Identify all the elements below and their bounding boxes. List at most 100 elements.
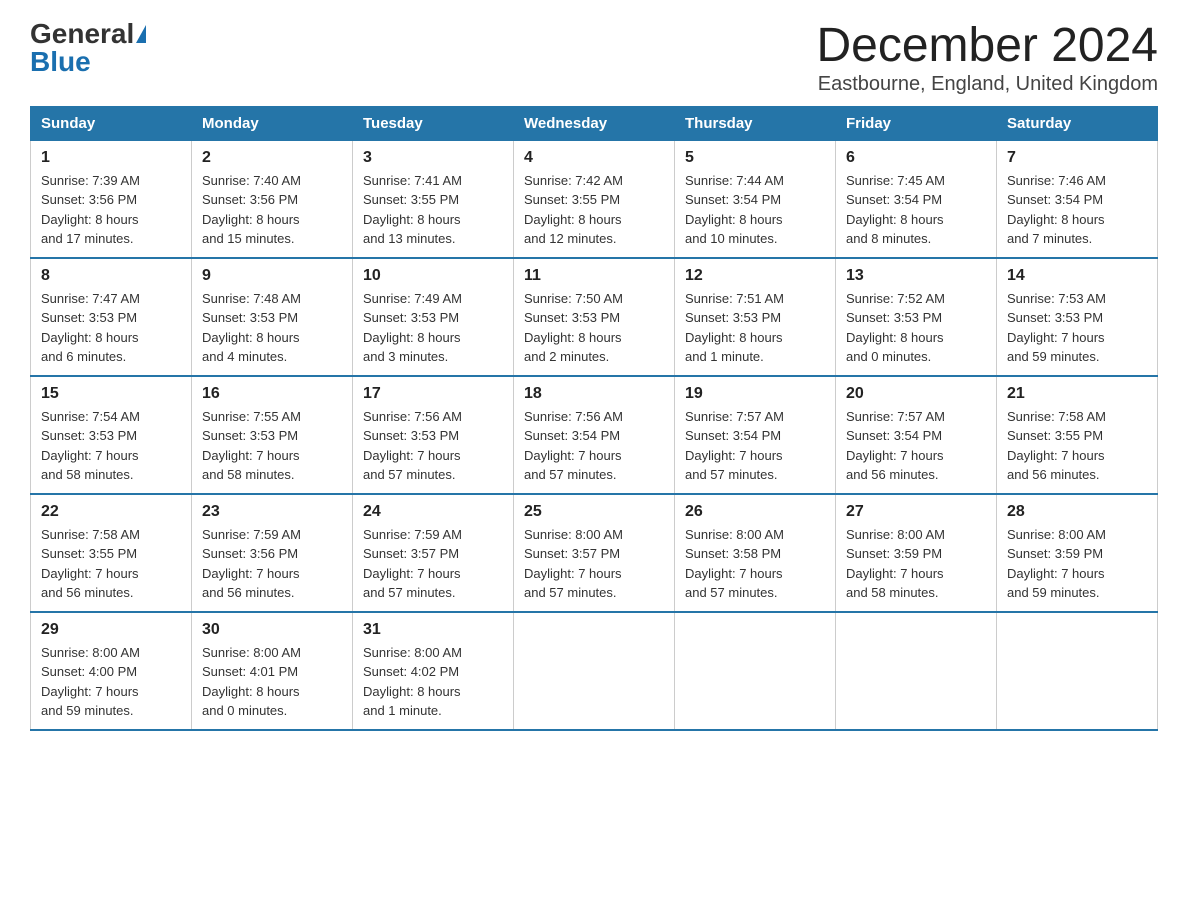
calendar-cell: 27 Sunrise: 8:00 AMSunset: 3:59 PMDayligh… xyxy=(836,494,997,612)
day-number: 15 xyxy=(41,385,181,403)
logo: General Blue xyxy=(30,20,146,76)
day-info: Sunrise: 8:00 AMSunset: 3:59 PMDaylight:… xyxy=(1007,525,1147,603)
calendar-cell: 13 Sunrise: 7:52 AMSunset: 3:53 PMDayligh… xyxy=(836,258,997,376)
calendar-cell: 11 Sunrise: 7:50 AMSunset: 3:53 PMDayligh… xyxy=(514,258,675,376)
day-info: Sunrise: 7:41 AMSunset: 3:55 PMDaylight:… xyxy=(363,171,503,249)
day-info: Sunrise: 7:58 AMSunset: 3:55 PMDaylight:… xyxy=(1007,407,1147,485)
day-info: Sunrise: 7:55 AMSunset: 3:53 PMDaylight:… xyxy=(202,407,342,485)
day-info: Sunrise: 7:58 AMSunset: 3:55 PMDaylight:… xyxy=(41,525,181,603)
week-row-2: 8 Sunrise: 7:47 AMSunset: 3:53 PMDaylight… xyxy=(31,258,1158,376)
day-number: 27 xyxy=(846,503,986,521)
day-header-friday: Friday xyxy=(836,106,997,140)
calendar-cell: 2 Sunrise: 7:40 AMSunset: 3:56 PMDaylight… xyxy=(192,140,353,258)
day-info: Sunrise: 7:53 AMSunset: 3:53 PMDaylight:… xyxy=(1007,289,1147,367)
calendar-cell: 16 Sunrise: 7:55 AMSunset: 3:53 PMDayligh… xyxy=(192,376,353,494)
day-info: Sunrise: 7:52 AMSunset: 3:53 PMDaylight:… xyxy=(846,289,986,367)
day-number: 9 xyxy=(202,267,342,285)
day-number: 31 xyxy=(363,621,503,639)
calendar-cell xyxy=(997,612,1158,730)
day-info: Sunrise: 8:00 AMSunset: 4:00 PMDaylight:… xyxy=(41,643,181,721)
calendar-cell: 25 Sunrise: 8:00 AMSunset: 3:57 PMDayligh… xyxy=(514,494,675,612)
day-number: 28 xyxy=(1007,503,1147,521)
calendar-cell: 29 Sunrise: 8:00 AMSunset: 4:00 PMDayligh… xyxy=(31,612,192,730)
day-info: Sunrise: 7:59 AMSunset: 3:57 PMDaylight:… xyxy=(363,525,503,603)
calendar-cell: 24 Sunrise: 7:59 AMSunset: 3:57 PMDayligh… xyxy=(353,494,514,612)
calendar-cell: 28 Sunrise: 8:00 AMSunset: 3:59 PMDayligh… xyxy=(997,494,1158,612)
calendar-cell: 17 Sunrise: 7:56 AMSunset: 3:53 PMDayligh… xyxy=(353,376,514,494)
logo-general-text: General xyxy=(30,20,134,48)
calendar-cell: 18 Sunrise: 7:56 AMSunset: 3:54 PMDayligh… xyxy=(514,376,675,494)
day-number: 13 xyxy=(846,267,986,285)
day-info: Sunrise: 8:00 AMSunset: 3:57 PMDaylight:… xyxy=(524,525,664,603)
day-number: 2 xyxy=(202,149,342,167)
day-number: 23 xyxy=(202,503,342,521)
week-row-5: 29 Sunrise: 8:00 AMSunset: 4:00 PMDayligh… xyxy=(31,612,1158,730)
day-number: 22 xyxy=(41,503,181,521)
day-number: 26 xyxy=(685,503,825,521)
calendar-cell xyxy=(675,612,836,730)
day-info: Sunrise: 7:51 AMSunset: 3:53 PMDaylight:… xyxy=(685,289,825,367)
day-header-saturday: Saturday xyxy=(997,106,1158,140)
day-number: 11 xyxy=(524,267,664,285)
week-row-4: 22 Sunrise: 7:58 AMSunset: 3:55 PMDayligh… xyxy=(31,494,1158,612)
day-info: Sunrise: 7:56 AMSunset: 3:53 PMDaylight:… xyxy=(363,407,503,485)
day-info: Sunrise: 7:39 AMSunset: 3:56 PMDaylight:… xyxy=(41,171,181,249)
day-number: 3 xyxy=(363,149,503,167)
day-number: 25 xyxy=(524,503,664,521)
calendar-cell: 5 Sunrise: 7:44 AMSunset: 3:54 PMDaylight… xyxy=(675,140,836,258)
calendar-cell: 14 Sunrise: 7:53 AMSunset: 3:53 PMDayligh… xyxy=(997,258,1158,376)
day-number: 6 xyxy=(846,149,986,167)
day-info: Sunrise: 7:45 AMSunset: 3:54 PMDaylight:… xyxy=(846,171,986,249)
day-info: Sunrise: 8:00 AMSunset: 3:59 PMDaylight:… xyxy=(846,525,986,603)
day-number: 18 xyxy=(524,385,664,403)
day-number: 21 xyxy=(1007,385,1147,403)
week-row-1: 1 Sunrise: 7:39 AMSunset: 3:56 PMDaylight… xyxy=(31,140,1158,258)
day-number: 10 xyxy=(363,267,503,285)
calendar-subtitle: Eastbourne, England, United Kingdom xyxy=(816,73,1158,96)
day-number: 5 xyxy=(685,149,825,167)
day-number: 16 xyxy=(202,385,342,403)
day-number: 1 xyxy=(41,149,181,167)
calendar-cell: 9 Sunrise: 7:48 AMSunset: 3:53 PMDaylight… xyxy=(192,258,353,376)
day-info: Sunrise: 7:44 AMSunset: 3:54 PMDaylight:… xyxy=(685,171,825,249)
day-info: Sunrise: 7:47 AMSunset: 3:53 PMDaylight:… xyxy=(41,289,181,367)
day-info: Sunrise: 7:42 AMSunset: 3:55 PMDaylight:… xyxy=(524,171,664,249)
calendar-cell: 8 Sunrise: 7:47 AMSunset: 3:53 PMDaylight… xyxy=(31,258,192,376)
day-header-sunday: Sunday xyxy=(31,106,192,140)
calendar-cell: 26 Sunrise: 8:00 AMSunset: 3:58 PMDayligh… xyxy=(675,494,836,612)
day-info: Sunrise: 7:57 AMSunset: 3:54 PMDaylight:… xyxy=(846,407,986,485)
day-number: 29 xyxy=(41,621,181,639)
day-info: Sunrise: 7:50 AMSunset: 3:53 PMDaylight:… xyxy=(524,289,664,367)
calendar-cell xyxy=(836,612,997,730)
logo-blue-text: Blue xyxy=(30,48,91,76)
day-info: Sunrise: 7:56 AMSunset: 3:54 PMDaylight:… xyxy=(524,407,664,485)
days-header-row: SundayMondayTuesdayWednesdayThursdayFrid… xyxy=(31,106,1158,140)
week-row-3: 15Sunrise: 7:54 AMSunset: 3:53 PMDayligh… xyxy=(31,376,1158,494)
calendar-title: December 2024 xyxy=(816,20,1158,73)
day-info: Sunrise: 7:46 AMSunset: 3:54 PMDaylight:… xyxy=(1007,171,1147,249)
day-info: Sunrise: 7:48 AMSunset: 3:53 PMDaylight:… xyxy=(202,289,342,367)
calendar-cell: 21 Sunrise: 7:58 AMSunset: 3:55 PMDayligh… xyxy=(997,376,1158,494)
day-info: Sunrise: 8:00 AMSunset: 3:58 PMDaylight:… xyxy=(685,525,825,603)
day-number: 8 xyxy=(41,267,181,285)
day-number: 14 xyxy=(1007,267,1147,285)
day-info: Sunrise: 7:40 AMSunset: 3:56 PMDaylight:… xyxy=(202,171,342,249)
calendar-cell: 19Sunrise: 7:57 AMSunset: 3:54 PMDayligh… xyxy=(675,376,836,494)
calendar-cell: 31 Sunrise: 8:00 AMSunset: 4:02 PMDayligh… xyxy=(353,612,514,730)
calendar-cell: 3 Sunrise: 7:41 AMSunset: 3:55 PMDaylight… xyxy=(353,140,514,258)
calendar-cell: 30Sunrise: 8:00 AMSunset: 4:01 PMDayligh… xyxy=(192,612,353,730)
day-header-wednesday: Wednesday xyxy=(514,106,675,140)
day-header-tuesday: Tuesday xyxy=(353,106,514,140)
calendar-cell xyxy=(514,612,675,730)
calendar-cell: 7Sunrise: 7:46 AMSunset: 3:54 PMDaylight… xyxy=(997,140,1158,258)
day-info: Sunrise: 8:00 AMSunset: 4:02 PMDaylight:… xyxy=(363,643,503,721)
calendar-cell: 4Sunrise: 7:42 AMSunset: 3:55 PMDaylight… xyxy=(514,140,675,258)
day-number: 30 xyxy=(202,621,342,639)
day-number: 24 xyxy=(363,503,503,521)
day-number: 17 xyxy=(363,385,503,403)
day-info: Sunrise: 7:59 AMSunset: 3:56 PMDaylight:… xyxy=(202,525,342,603)
logo-triangle-icon xyxy=(136,25,146,43)
calendar-cell: 22 Sunrise: 7:58 AMSunset: 3:55 PMDayligh… xyxy=(31,494,192,612)
day-number: 19 xyxy=(685,385,825,403)
calendar-cell: 20Sunrise: 7:57 AMSunset: 3:54 PMDayligh… xyxy=(836,376,997,494)
